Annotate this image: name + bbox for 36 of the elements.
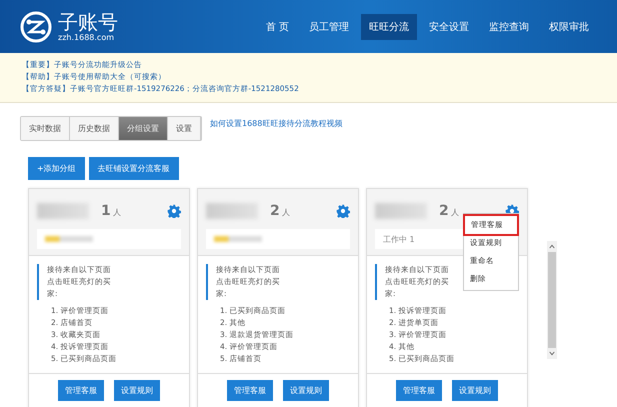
- logo-title: 子账号: [58, 11, 118, 33]
- blurred-status: [45, 236, 93, 242]
- card-button[interactable]: 设置规则: [114, 380, 160, 401]
- scroll-up-icon[interactable]: [549, 244, 555, 249]
- tab[interactable]: 设置: [168, 117, 201, 140]
- blurred-status: [214, 236, 262, 242]
- blurred-name: [375, 203, 427, 219]
- tutorial-link[interactable]: 如何设置1688旺旺接待分流教程视频: [210, 116, 342, 129]
- nav-item[interactable]: 监控查询: [481, 14, 537, 40]
- nav-item[interactable]: 首 页: [258, 14, 297, 40]
- settings-icon[interactable]: [167, 204, 181, 218]
- blurred-name: [206, 203, 258, 219]
- nav-item[interactable]: 权限审批: [541, 14, 597, 40]
- tab[interactable]: 实时数据: [21, 117, 70, 140]
- action-button[interactable]: +添加分组: [28, 157, 85, 180]
- card-button[interactable]: 管理客服: [227, 380, 273, 401]
- card-button[interactable]: 管理客服: [396, 380, 442, 401]
- card-button[interactable]: 设置规则: [283, 380, 329, 401]
- member-count: 1 人: [101, 203, 122, 219]
- status-text: 工作中 1: [383, 234, 415, 244]
- settings-icon[interactable]: [336, 204, 350, 218]
- card-button[interactable]: 管理客服: [58, 380, 104, 401]
- scrollbar[interactable]: [547, 241, 557, 359]
- tab[interactable]: 历史数据: [70, 117, 119, 140]
- nav-item[interactable]: 旺旺分流: [361, 14, 417, 40]
- logo-icon: [20, 10, 52, 42]
- tab[interactable]: 分组设置: [119, 117, 168, 140]
- nav-item[interactable]: 员工管理: [301, 14, 357, 40]
- scroll-down-icon[interactable]: [549, 351, 555, 356]
- member-count: 2 人: [270, 203, 291, 219]
- member-count: 2 人: [439, 203, 460, 219]
- blurred-name: [37, 203, 89, 219]
- nav-item[interactable]: 安全设置: [421, 14, 477, 40]
- logo-domain: zzh.1688.com: [58, 33, 115, 42]
- action-button[interactable]: 去旺铺设置分流客服: [88, 157, 179, 180]
- card-button[interactable]: 设置规则: [452, 380, 498, 401]
